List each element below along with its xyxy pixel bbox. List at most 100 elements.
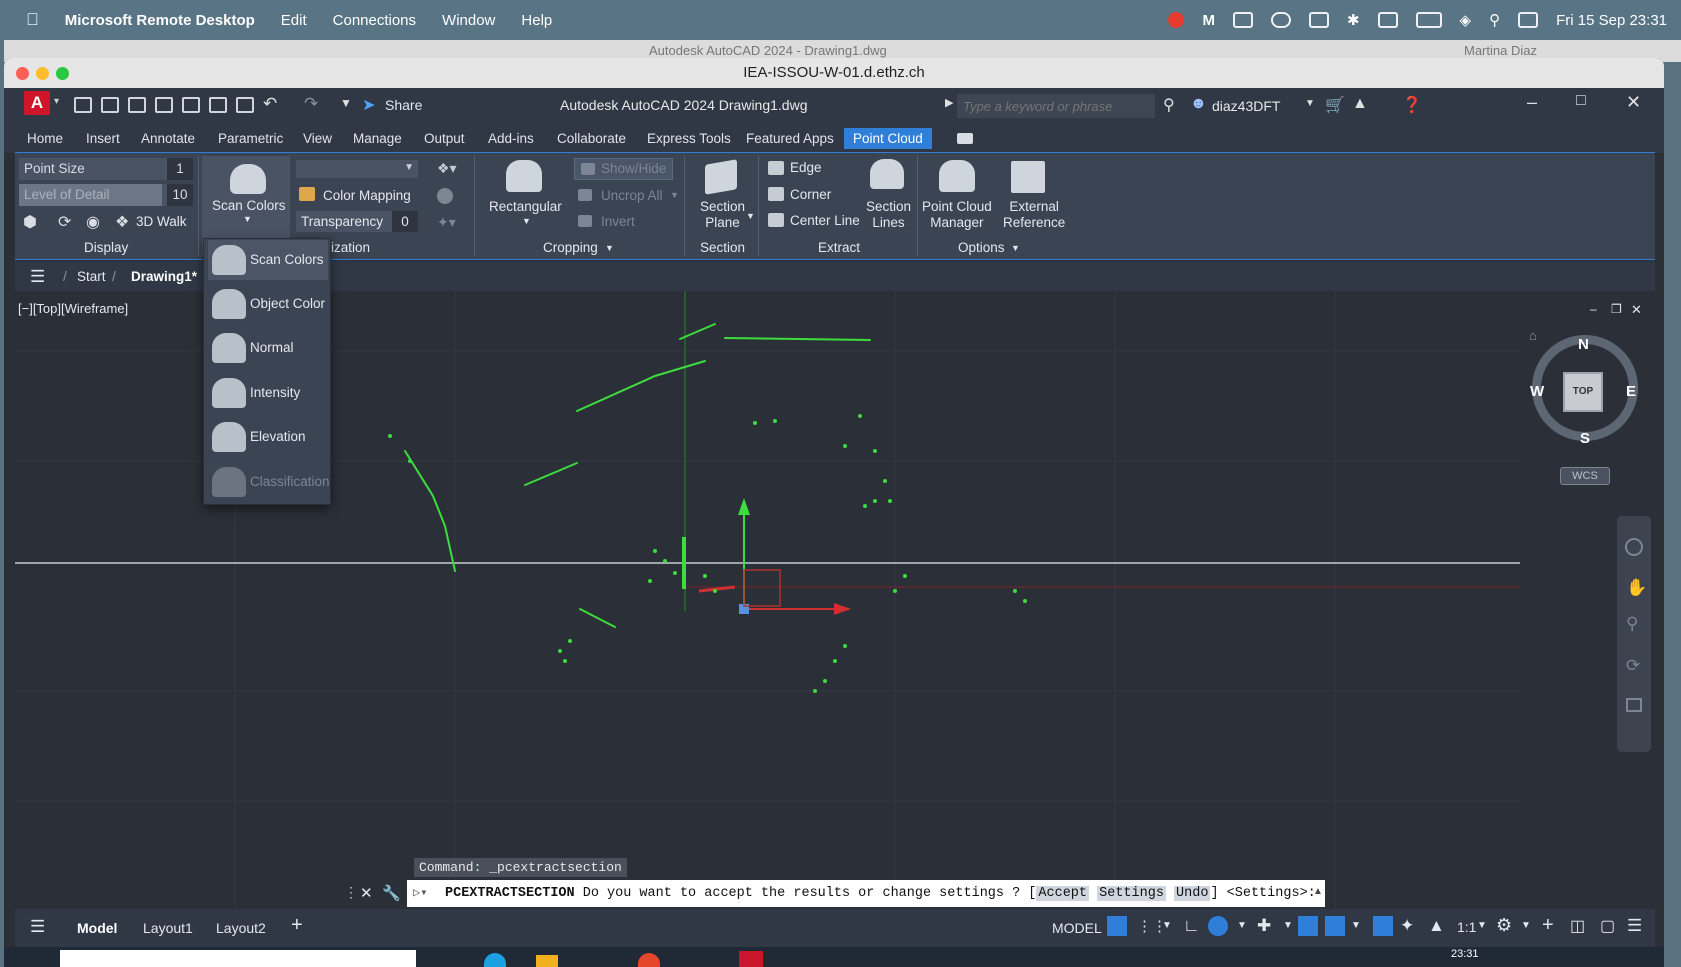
redo-icon[interactable]: ↷ bbox=[304, 94, 318, 114]
keyboard-icon[interactable] bbox=[1308, 12, 1329, 28]
taskbar-clock[interactable]: 23:31 bbox=[1451, 948, 1479, 960]
battery-icon[interactable] bbox=[1415, 12, 1442, 28]
show-hide-button[interactable]: Show/Hide bbox=[574, 158, 673, 180]
minimize-app-icon[interactable]: – bbox=[1527, 92, 1537, 113]
3d-walk-button[interactable]: 3D Walk bbox=[136, 214, 187, 229]
tab-start[interactable]: Start bbox=[77, 269, 106, 284]
orbit-icon[interactable]: ⟳ bbox=[58, 212, 71, 232]
menu-window[interactable]: Window bbox=[442, 12, 495, 29]
sphere-icon[interactable] bbox=[437, 188, 453, 204]
tab-view[interactable]: View bbox=[303, 131, 332, 146]
help-search-input[interactable] bbox=[957, 94, 1155, 118]
showmotion-icon[interactable] bbox=[1626, 698, 1642, 712]
tab-output[interactable]: Output bbox=[424, 131, 465, 146]
maximize-app-icon[interactable]: □ bbox=[1576, 92, 1586, 110]
tab-home[interactable]: Home bbox=[27, 131, 63, 146]
wcs-menu[interactable]: WCS bbox=[1560, 467, 1610, 485]
customize-quick-access-icon[interactable]: ▼ bbox=[340, 96, 352, 110]
snap-chevron-icon[interactable]: ▼ bbox=[1162, 920, 1172, 931]
bluetooth-icon[interactable]: ✱ bbox=[1347, 11, 1360, 29]
tab-model[interactable]: Model bbox=[77, 920, 117, 936]
compass-south[interactable]: S bbox=[1580, 430, 1590, 447]
viewcube-home-icon[interactable]: ⌂ bbox=[1529, 328, 1537, 343]
polar-chevron-icon[interactable]: ▼ bbox=[1237, 920, 1247, 931]
workspace-chevron-icon[interactable]: ▼ bbox=[1521, 920, 1531, 931]
viewport-controls-label[interactable]: [−][Top][Wireframe] bbox=[18, 301, 128, 316]
wand-icon[interactable]: ✦▾ bbox=[437, 214, 456, 231]
explorer-taskbar-icon[interactable] bbox=[536, 955, 558, 967]
annotation-scale-value[interactable]: 1:1 bbox=[1457, 919, 1476, 935]
search-expand-icon[interactable]: ▶ bbox=[945, 96, 953, 109]
section-plane-button[interactable]: Section Plane bbox=[700, 199, 745, 231]
object-snap-icon[interactable] bbox=[1325, 916, 1345, 936]
viewport-close-icon[interactable]: ✕ bbox=[1631, 302, 1642, 318]
user-icon[interactable]: ☻ bbox=[1190, 95, 1207, 113]
annotation-scale-icon[interactable]: ▲ bbox=[1428, 916, 1445, 936]
section-lines-button[interactable]: Section Lines bbox=[866, 199, 911, 231]
corner-button[interactable]: Corner bbox=[790, 187, 831, 202]
viewport-restore-icon[interactable]: ❐ bbox=[1611, 302, 1622, 316]
option-settings[interactable]: Settings bbox=[1097, 886, 1166, 901]
auto-scale-icon[interactable]: ✦ bbox=[1400, 916, 1414, 936]
level-of-detail-field[interactable]: Level of Detail 10 bbox=[19, 184, 193, 206]
section-plane-chevron-icon[interactable]: ▼ bbox=[746, 211, 755, 221]
close-window-button[interactable] bbox=[16, 67, 29, 80]
tab-parametric[interactable]: Parametric bbox=[218, 131, 283, 146]
tab-point-cloud[interactable]: Point Cloud bbox=[844, 128, 932, 149]
external-reference-icon[interactable] bbox=[1011, 161, 1045, 193]
help-icon[interactable]: ❓ bbox=[1402, 95, 1422, 115]
apple-icon[interactable]:  bbox=[26, 10, 39, 30]
options-expand-icon[interactable]: ▼ bbox=[1011, 243, 1020, 253]
zoom-extents-icon[interactable]: ⚲ bbox=[1626, 614, 1638, 634]
dropdown-intensity[interactable]: Intensity bbox=[208, 373, 328, 413]
dropdown-normal[interactable]: Normal bbox=[208, 328, 328, 368]
annotation-visibility-icon[interactable] bbox=[1373, 916, 1393, 936]
gmail-icon[interactable]: M bbox=[1202, 12, 1215, 29]
wifi-icon[interactable]: ◈ bbox=[1460, 11, 1472, 29]
save-as-icon[interactable] bbox=[155, 97, 173, 113]
transparency-field[interactable]: Transparency 0 bbox=[296, 211, 418, 232]
menu-edit[interactable]: Edit bbox=[281, 12, 307, 29]
dropdown-classification[interactable]: Classification bbox=[208, 462, 330, 502]
spotlight-search-icon[interactable]: ⚲ bbox=[1489, 11, 1500, 29]
units-icon[interactable]: ◫ bbox=[1570, 916, 1585, 936]
open-file-icon[interactable] bbox=[101, 97, 119, 113]
file-tabs-menu-icon[interactable]: ☰ bbox=[30, 267, 45, 287]
ortho-icon[interactable]: ∟ bbox=[1183, 916, 1200, 936]
scale-chevron-icon[interactable]: ▼ bbox=[1477, 920, 1487, 931]
user-menu-chevron-icon[interactable]: ▼ bbox=[1305, 98, 1315, 109]
dropdown-scan-colors[interactable]: Scan Colors bbox=[208, 240, 328, 280]
edge-taskbar-icon[interactable] bbox=[484, 953, 506, 967]
input-source-icon[interactable] bbox=[1377, 12, 1398, 28]
option-accept[interactable]: Accept bbox=[1036, 886, 1090, 901]
compass-north[interactable]: N bbox=[1578, 336, 1589, 353]
ribbon-toggle-icon[interactable] bbox=[957, 133, 973, 144]
tab-drawing1[interactable]: Drawing1* bbox=[131, 269, 197, 284]
print-icon[interactable] bbox=[236, 97, 254, 113]
tab-express-tools[interactable]: Express Tools bbox=[647, 131, 731, 146]
publish-icon[interactable] bbox=[209, 97, 227, 113]
share-button[interactable]: Share bbox=[385, 97, 422, 113]
polar-icon[interactable] bbox=[1208, 916, 1228, 936]
isodraft-icon[interactable]: ✚ bbox=[1257, 916, 1271, 936]
navigation-bar[interactable]: ✋ ⚲ ⟳ bbox=[1617, 516, 1651, 752]
object-snap-tracking-icon[interactable] bbox=[1298, 916, 1318, 936]
command-history-expand-icon[interactable]: ▲ bbox=[1313, 886, 1323, 897]
point-cloud-manager-icon[interactable] bbox=[939, 160, 975, 192]
section-plane-icon[interactable] bbox=[705, 159, 737, 195]
tab-addins[interactable]: Add-ins bbox=[488, 131, 534, 146]
cropping-expand-icon[interactable]: ▼ bbox=[605, 243, 614, 253]
rectangular-crop-icon[interactable] bbox=[506, 160, 542, 192]
visualization-dropdown[interactable]: ▼ bbox=[296, 160, 418, 178]
osnap-chevron-icon[interactable]: ▼ bbox=[1351, 920, 1361, 931]
plot-preview-icon[interactable] bbox=[182, 97, 200, 113]
user-name[interactable]: diaz43DFT bbox=[1212, 98, 1280, 114]
color-mapping-button[interactable]: Color Mapping bbox=[323, 188, 411, 203]
cropping-panel-title[interactable]: Cropping bbox=[543, 240, 598, 255]
tab-annotate[interactable]: Annotate bbox=[141, 131, 195, 146]
minimize-window-button[interactable] bbox=[36, 67, 49, 80]
display-settings-icon[interactable]: ⬢ bbox=[23, 212, 37, 232]
walk-icon[interactable]: ❖ bbox=[115, 212, 129, 232]
annotation-monitor-icon[interactable]: + bbox=[1542, 914, 1554, 937]
section-lines-icon[interactable] bbox=[870, 159, 904, 189]
